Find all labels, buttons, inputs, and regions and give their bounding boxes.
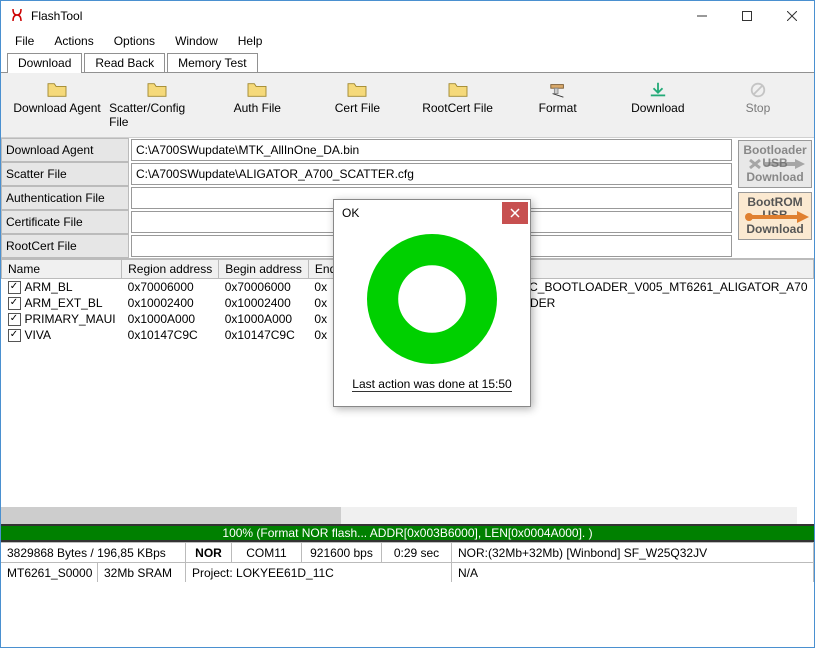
progress-bar: 100% (Format NOR flash... ADDR[0x003B600… xyxy=(1,524,814,542)
btn-label: RootCert File xyxy=(422,101,493,115)
label-cert: Certificate File xyxy=(1,210,129,234)
status-nor: NOR xyxy=(186,543,232,562)
btn-bootloader-usb[interactable]: Bootloader USB Download xyxy=(738,140,812,188)
cell-name: PRIMARY_MAUI xyxy=(25,312,116,326)
status-ram: 32Mb SRAM xyxy=(98,563,186,582)
x-arrow-icon xyxy=(745,158,805,170)
cell-begin: 0x10147C9C xyxy=(219,327,309,343)
btn-download[interactable]: Download xyxy=(608,77,708,133)
row-checkbox[interactable]: ✓ xyxy=(8,297,21,310)
status-row-1: 3829868 Bytes / 196,85 KBps NOR COM11 92… xyxy=(1,542,814,562)
app-icon xyxy=(9,7,25,26)
download-icon xyxy=(647,81,669,99)
col-begin[interactable]: Begin address xyxy=(219,260,309,279)
row-checkbox[interactable]: ✓ xyxy=(8,329,21,342)
tab-strip: Download Read Back Memory Test xyxy=(1,51,814,73)
format-icon xyxy=(547,81,569,99)
status-flash: NOR:(32Mb+32Mb) [Winbond] SF_W25Q32JV xyxy=(452,543,814,562)
cell-begin: 0x10002400 xyxy=(219,295,309,311)
window-title: FlashTool xyxy=(31,9,679,23)
minimize-button[interactable] xyxy=(679,2,724,31)
success-ring-icon xyxy=(367,234,497,364)
btn-format[interactable]: Format xyxy=(508,77,608,133)
cell-region: 0x70006000 xyxy=(122,279,219,296)
arrow-icon xyxy=(743,211,809,223)
col-name[interactable]: Name xyxy=(2,260,122,279)
cell-name: ARM_EXT_BL xyxy=(25,296,103,310)
dialog-titlebar[interactable]: OK xyxy=(334,200,530,226)
dialog-message: Last action was done at 15:50 xyxy=(352,377,511,392)
btn-rootcert[interactable]: RootCert File xyxy=(408,77,508,133)
btn-stop[interactable]: Stop xyxy=(708,77,808,133)
btn-label: Auth File xyxy=(234,101,281,115)
cell-region: 0x1000A000 xyxy=(122,311,219,327)
dialog-title-text: OK xyxy=(342,206,500,220)
btn-label: Download xyxy=(631,101,684,115)
cell-begin: 0x1000A000 xyxy=(219,311,309,327)
tab-download[interactable]: Download xyxy=(7,53,82,72)
progress-text: 100% (Format NOR flash... ADDR[0x003B600… xyxy=(222,526,592,540)
ok-dialog: OK Last action was done at 15:50 xyxy=(333,199,531,407)
toolbar: Download Agent Scatter/Config File Auth … xyxy=(1,73,814,138)
cell-region: 0x10147C9C xyxy=(122,327,219,343)
btn-cert[interactable]: Cert File xyxy=(307,77,407,133)
btn-label: Scatter/Config File xyxy=(109,101,205,129)
close-button[interactable] xyxy=(769,2,814,31)
close-icon xyxy=(510,208,520,218)
status-row-2: MT6261_S0000 32Mb SRAM Project: LOKYEE61… xyxy=(1,562,814,582)
status-bps: 921600 bps xyxy=(302,543,382,562)
menu-help[interactable]: Help xyxy=(230,32,271,50)
scrollbar-thumb[interactable] xyxy=(1,507,341,524)
btn-label: Stop xyxy=(746,101,771,115)
menu-window[interactable]: Window xyxy=(167,32,226,50)
btn-label: Download Agent xyxy=(13,101,100,115)
label-scatter: Scatter File xyxy=(1,162,129,186)
titlebar: FlashTool xyxy=(1,1,814,31)
label-da: Download Agent xyxy=(1,138,129,162)
menu-options[interactable]: Options xyxy=(106,32,163,50)
status-time: 0:29 sec xyxy=(382,543,452,562)
stop-icon xyxy=(747,81,769,99)
menubar: File Actions Options Window Help xyxy=(1,31,814,51)
cell-region: 0x10002400 xyxy=(122,295,219,311)
status-chip: MT6261_S0000 xyxy=(1,563,98,582)
tab-readback[interactable]: Read Back xyxy=(84,53,165,72)
btn-download-agent[interactable]: Download Agent xyxy=(7,77,107,133)
label-root: RootCert File xyxy=(1,234,129,258)
input-da[interactable] xyxy=(131,139,732,161)
status-project: Project: LOKYEE61D_11C xyxy=(186,563,452,582)
tab-memorytest[interactable]: Memory Test xyxy=(167,53,257,72)
menu-actions[interactable]: Actions xyxy=(46,32,101,50)
row-checkbox[interactable]: ✓ xyxy=(8,313,21,326)
cell-name: VIVA xyxy=(25,328,51,342)
btn-scatter[interactable]: Scatter/Config File xyxy=(107,77,207,133)
dialog-close-button[interactable] xyxy=(502,202,528,224)
input-scatter[interactable] xyxy=(131,163,732,185)
btn-label: Cert File xyxy=(335,101,380,115)
col-region[interactable]: Region address xyxy=(122,260,219,279)
btn-label: Format xyxy=(539,101,577,115)
row-checkbox[interactable]: ✓ xyxy=(8,281,21,294)
btn-bootrom-usb[interactable]: BootROM USB Download xyxy=(738,192,812,240)
menu-file[interactable]: File xyxy=(7,32,42,50)
cell-begin: 0x70006000 xyxy=(219,279,309,296)
cell-name: ARM_BL xyxy=(25,280,73,294)
maximize-button[interactable] xyxy=(724,2,769,31)
label-auth: Authentication File xyxy=(1,186,129,210)
status-com: COM11 xyxy=(232,543,302,562)
h-scrollbar[interactable] xyxy=(1,507,797,524)
status-bytes: 3829868 Bytes / 196,85 KBps xyxy=(1,543,186,562)
btn-auth[interactable]: Auth File xyxy=(207,77,307,133)
status-na: N/A xyxy=(452,563,814,582)
